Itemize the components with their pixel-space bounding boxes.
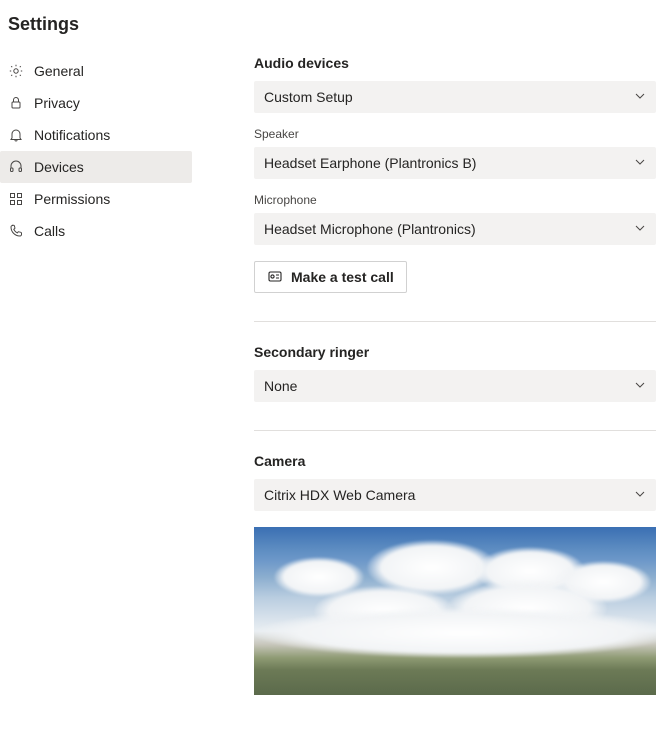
dropdown-value: Custom Setup <box>264 89 353 105</box>
sidebar-item-label: Notifications <box>34 127 110 143</box>
divider <box>254 430 656 431</box>
gear-icon <box>8 63 24 79</box>
audio-device-dropdown[interactable]: Custom Setup <box>254 81 656 113</box>
chevron-down-icon <box>634 155 646 171</box>
secondary-ringer-heading: Secondary ringer <box>254 344 656 360</box>
sidebar-item-devices[interactable]: Devices <box>0 151 192 183</box>
microphone-dropdown[interactable]: Headset Microphone (Plantronics) <box>254 213 656 245</box>
test-call-icon <box>267 269 283 285</box>
sidebar-item-general[interactable]: General <box>0 55 192 87</box>
apps-icon <box>8 191 24 207</box>
dropdown-value: Headset Microphone (Plantronics) <box>264 221 476 237</box>
lock-icon <box>8 95 24 111</box>
sidebar-item-label: Permissions <box>34 191 110 207</box>
camera-heading: Camera <box>254 453 656 469</box>
dropdown-value: Citrix HDX Web Camera <box>264 487 415 503</box>
sidebar-item-privacy[interactable]: Privacy <box>0 87 192 119</box>
sidebar-item-permissions[interactable]: Permissions <box>0 183 192 215</box>
phone-icon <box>8 223 24 239</box>
make-test-call-button[interactable]: Make a test call <box>254 261 407 293</box>
sidebar-item-label: Privacy <box>34 95 80 111</box>
secondary-ringer-dropdown[interactable]: None <box>254 370 656 402</box>
bell-icon <box>8 127 24 143</box>
sidebar-item-calls[interactable]: Calls <box>0 215 192 247</box>
chevron-down-icon <box>634 89 646 105</box>
headset-icon <box>8 159 24 175</box>
chevron-down-icon <box>634 221 646 237</box>
audio-devices-heading: Audio devices <box>254 55 656 71</box>
microphone-label: Microphone <box>254 193 656 207</box>
camera-preview <box>254 527 656 695</box>
sidebar-item-label: Devices <box>34 159 84 175</box>
button-label: Make a test call <box>291 269 394 285</box>
page-title: Settings <box>0 0 664 55</box>
speaker-dropdown[interactable]: Headset Earphone (Plantronics B) <box>254 147 656 179</box>
chevron-down-icon <box>634 378 646 394</box>
sidebar-item-notifications[interactable]: Notifications <box>0 119 192 151</box>
camera-dropdown[interactable]: Citrix HDX Web Camera <box>254 479 656 511</box>
dropdown-value: Headset Earphone (Plantronics B) <box>264 155 476 171</box>
chevron-down-icon <box>634 487 646 503</box>
sidebar: General Privacy Notifications Devices <box>0 55 192 746</box>
sidebar-item-label: Calls <box>34 223 65 239</box>
dropdown-value: None <box>264 378 297 394</box>
speaker-label: Speaker <box>254 127 656 141</box>
main-panel: Audio devices Custom Setup Speaker Heads… <box>192 55 664 746</box>
sidebar-item-label: General <box>34 63 84 79</box>
divider <box>254 321 656 322</box>
